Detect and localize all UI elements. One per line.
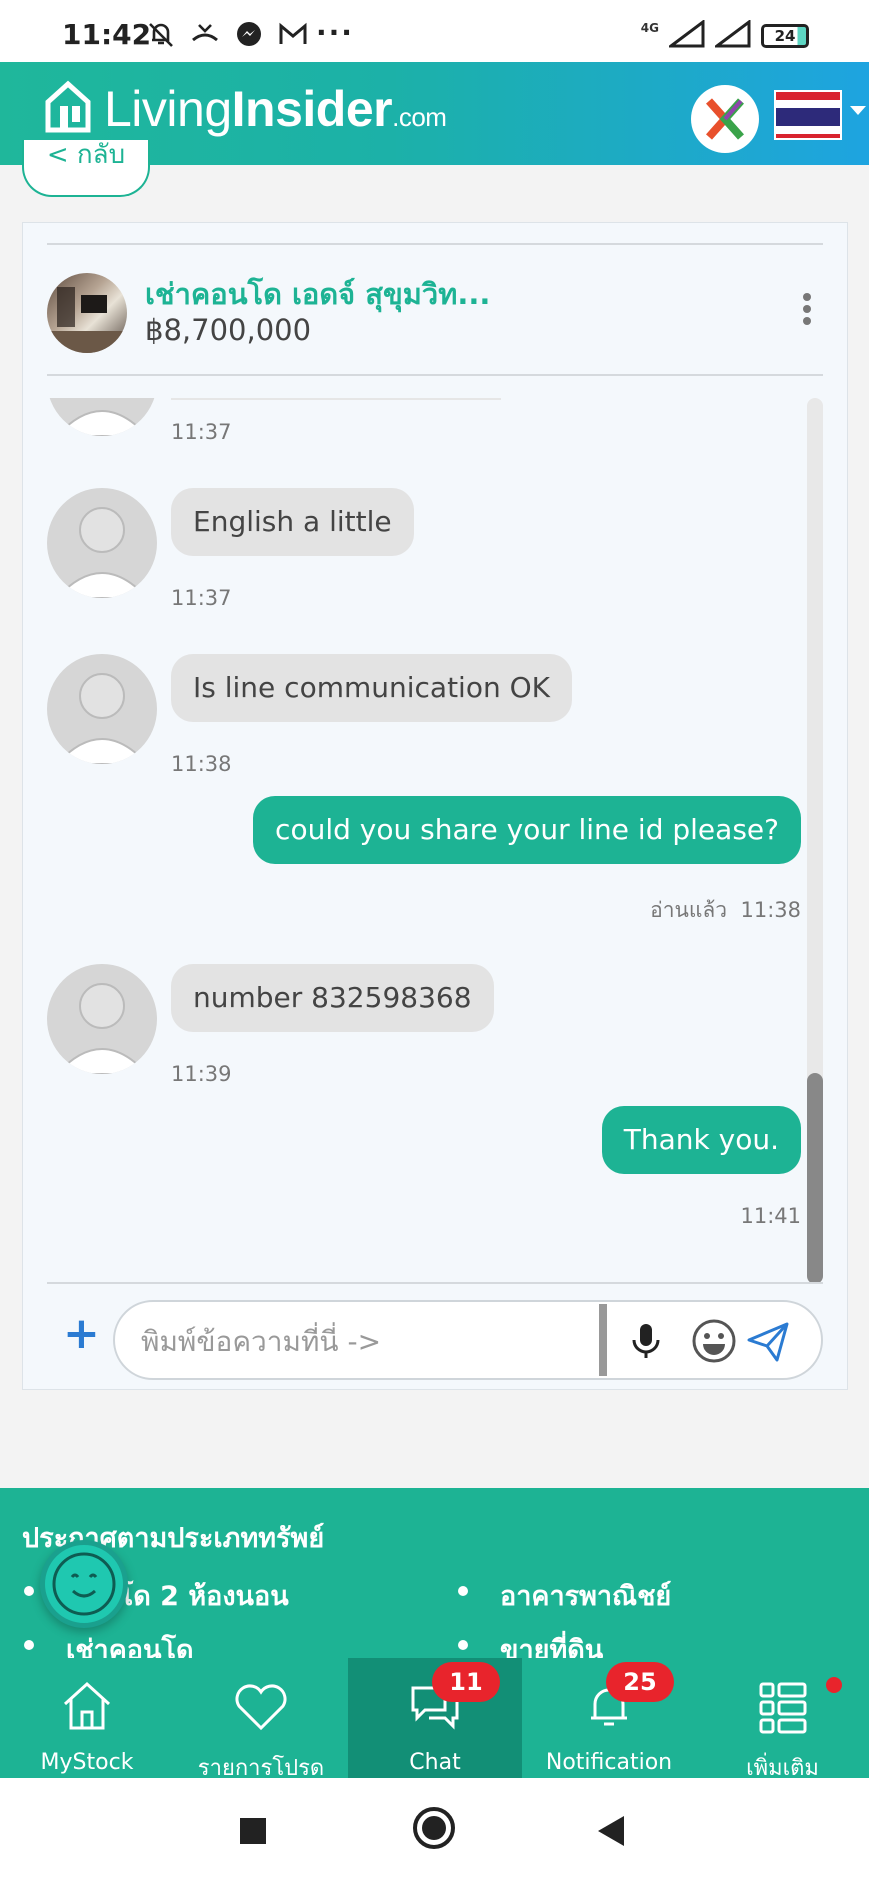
message-time: 11:37 [171,420,232,444]
status-icons [146,20,308,48]
chat-card: เช่าคอนโด เอดจ์ สุขุมวิท... ฿8,700,000 1… [22,222,848,1390]
nav-more[interactable]: เพิ่มเติม [696,1658,869,1781]
message-time: 11:41 [740,1204,801,1228]
home-icon [57,1676,117,1736]
message-input[interactable] [141,1320,591,1362]
footer-link[interactable]: อาคารพาณิชย์ [457,1574,671,1617]
microphone-icon[interactable] [621,1316,671,1366]
message-bubble-incoming[interactable]: English a little [171,488,414,556]
message-bubble-incoming[interactable]: Is line communication OK [171,654,573,722]
nav-mystock[interactable]: MyStock [0,1658,174,1778]
listing-title[interactable]: เช่าคอนโด เอดจ์ สุขุมวิท... [145,271,490,317]
bottom-nav: MyStock รายการโปรด 11 Chat 25 Notificati… [0,1658,869,1781]
message-bubble-partial [171,398,501,400]
signal-icon [666,19,705,52]
message-time: 11:37 [171,586,232,610]
avatar [47,488,157,598]
language-caret-icon[interactable] [850,106,866,115]
logo-suffix: .com [392,102,447,132]
more-options-icon[interactable] [803,293,813,329]
more-notification-dot [826,1677,842,1693]
message-time: 11:39 [171,1062,232,1086]
scrollbar-thumb[interactable] [807,1073,823,1282]
nav-label: Notification [545,1750,673,1775]
message-bubble-incoming[interactable]: number 832598368 [171,964,494,1032]
status-time: 11:42 [62,18,152,51]
logo-light: Living [104,81,232,137]
home-circle-icon[interactable] [412,1806,456,1854]
status-right: 4G 24 [640,19,809,52]
notification-badge: 25 [606,1662,674,1702]
battery-icon: 24 [761,24,809,48]
x-logo-button[interactable] [691,85,759,153]
logo-text: LivingInsider.com [104,80,447,138]
status-more-icon: ··· [316,16,354,49]
composer: + [47,1296,823,1381]
emoji-icon[interactable] [689,1316,739,1366]
read-status: อ่านแล้ว [650,898,728,922]
network-label: 4G [640,21,659,35]
message-bubble-outgoing[interactable]: Thank you. [601,1106,801,1174]
chat-badge: 11 [432,1662,500,1702]
listing-header[interactable]: เช่าคอนโด เอดจ์ สุขุมวิท... ฿8,700,000 [47,243,823,376]
mute-bell-icon [146,20,176,48]
listing-thumbnail[interactable] [47,273,127,353]
nav-label: Chat [409,1750,461,1775]
attach-plus-button[interactable]: + [63,1312,100,1356]
input-divider [599,1304,607,1376]
recents-icon[interactable] [240,1818,266,1848]
thai-flag-icon[interactable] [774,90,842,140]
nav-favorites[interactable]: รายการโปรด [174,1658,348,1781]
system-nav-bar [0,1778,869,1883]
message-input-container [113,1300,823,1380]
send-icon[interactable] [743,1316,793,1366]
menu-grid-icon [753,1676,813,1736]
status-bar: 11:42 ··· 4G 24 [0,0,869,62]
back-button[interactable]: < กลับ [22,140,150,197]
message-meta: อ่านแล้ว 11:38 [650,894,801,927]
gmail-icon [278,20,308,48]
avatar [47,654,157,764]
message-time: 11:38 [740,898,801,922]
logo[interactable]: LivingInsider.com [44,80,447,138]
nav-notification[interactable]: 25 Notification [522,1658,696,1778]
avatar [47,964,157,1074]
logo-bold: Insider [231,81,393,137]
listing-price: ฿8,700,000 [145,313,312,347]
back-triangle-icon[interactable] [596,1814,626,1852]
heart-icon [231,1676,291,1736]
avatar [47,398,157,436]
message-bubble-outgoing[interactable]: could you share your line id please? [253,796,801,864]
message-scrollbar[interactable] [807,398,823,1282]
message-time: 11:38 [171,752,232,776]
assistant-fab-button[interactable] [40,1540,128,1628]
nav-label: MyStock [40,1750,134,1775]
messenger-icon [234,20,264,48]
message-list[interactable]: 11:37 English a little 11:37 Is line com… [47,398,823,1284]
missed-call-icon [190,20,220,48]
signal-2-icon [712,19,751,52]
nav-chat[interactable]: 11 Chat [348,1658,522,1778]
house-logo-icon [44,80,92,138]
